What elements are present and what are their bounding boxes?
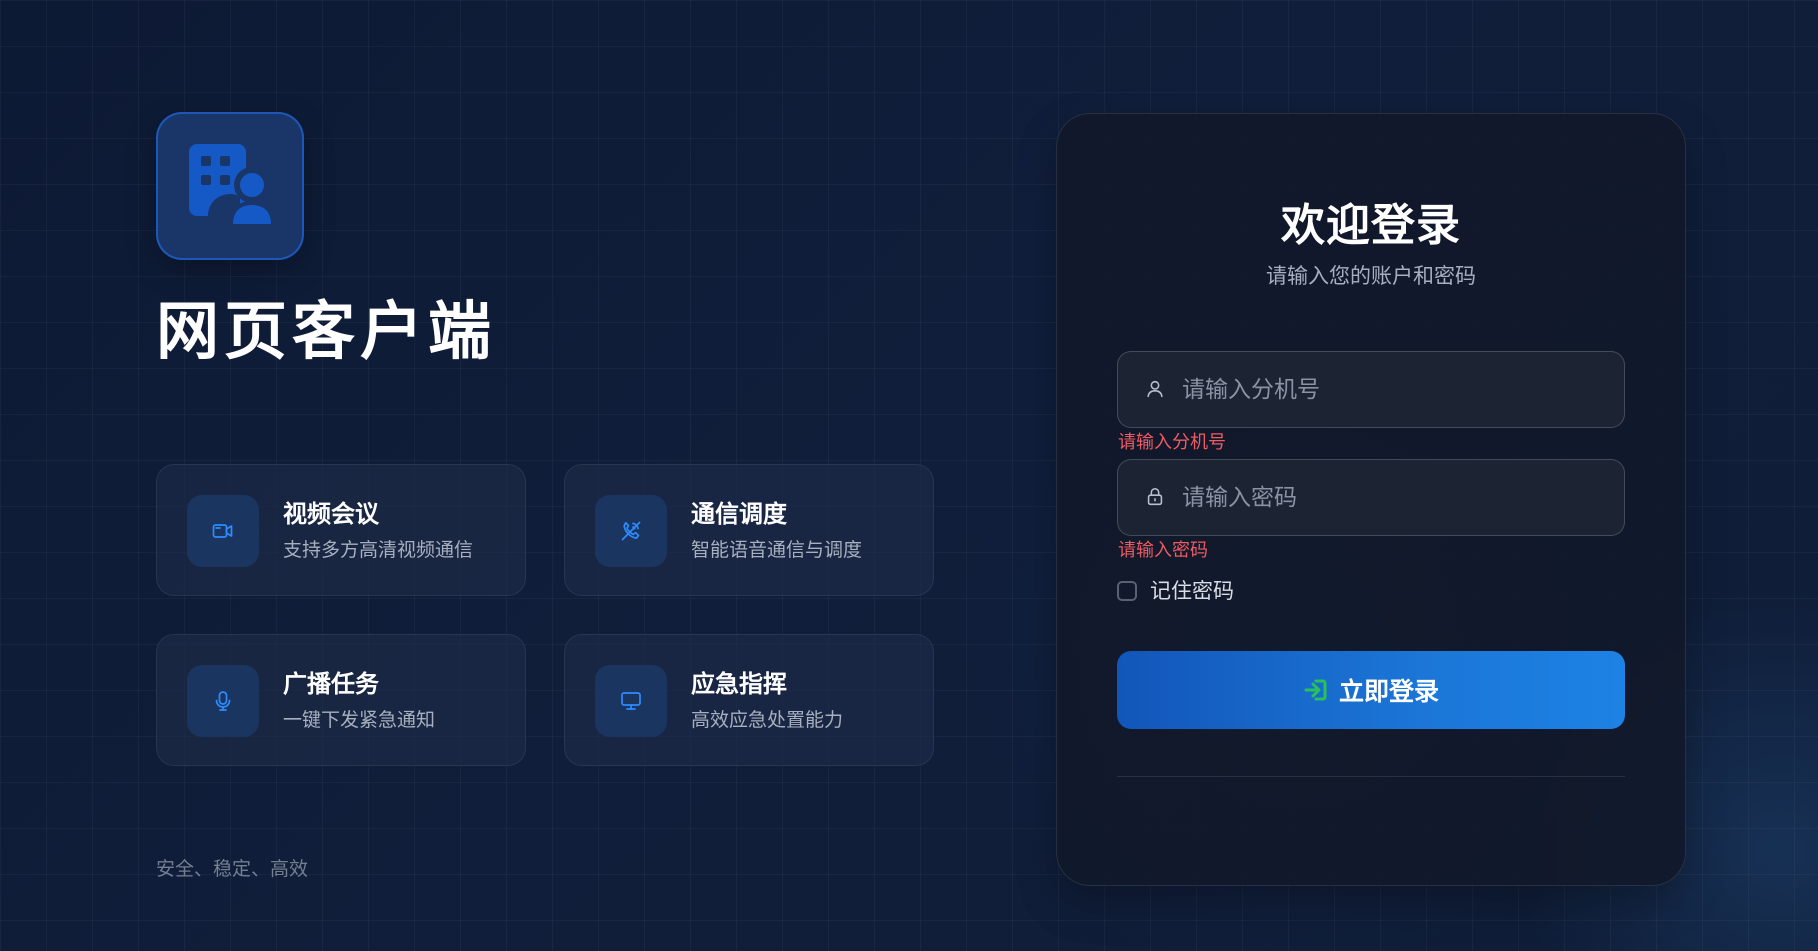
password-field-wrapper[interactable] bbox=[1117, 459, 1625, 536]
feature-title: 应急指挥 bbox=[691, 670, 787, 698]
feature-icon-container bbox=[187, 495, 259, 567]
feature-title: 广播任务 bbox=[283, 670, 379, 698]
lock-icon bbox=[1147, 487, 1163, 506]
login-page: 网页客户端 视频会议 支持多方高清视频通信 通信调度 智能语音通信与调度 广播任… bbox=[0, 0, 1818, 951]
user-icon bbox=[1147, 380, 1163, 398]
monitor-icon bbox=[621, 692, 641, 710]
feature-description: 智能语音通信与调度 bbox=[691, 539, 863, 561]
feature-card-emergency-command: 应急指挥 高效应急处置能力 bbox=[564, 634, 934, 766]
login-arrow-icon bbox=[1304, 679, 1327, 701]
feature-description: 支持多方高清视频通信 bbox=[283, 539, 474, 561]
feature-title: 通信调度 bbox=[691, 500, 787, 528]
remember-password-label[interactable]: 记住密码 bbox=[1150, 577, 1234, 605]
app-logo bbox=[156, 112, 304, 260]
login-card: 欢迎登录 请输入您的账户和密码 请输入分机号 请输入密码 记住密码 bbox=[1056, 113, 1686, 886]
extension-error-message: 请输入分机号 bbox=[1118, 432, 1226, 453]
feature-icon-container bbox=[187, 665, 259, 737]
feature-card-communication-dispatch: 通信调度 智能语音通信与调度 bbox=[564, 464, 934, 596]
app-title: 网页客户端 bbox=[156, 295, 496, 368]
microphone-icon bbox=[215, 691, 231, 711]
password-error-message: 请输入密码 bbox=[1118, 540, 1208, 561]
password-input[interactable] bbox=[1182, 460, 1602, 535]
feature-description: 一键下发紧急通知 bbox=[283, 709, 436, 731]
brand-panel: 网页客户端 视频会议 支持多方高清视频通信 通信调度 智能语音通信与调度 广播任… bbox=[156, 112, 936, 892]
feature-card-broadcast-task: 广播任务 一键下发紧急通知 bbox=[156, 634, 526, 766]
building-user-icon bbox=[189, 144, 275, 224]
tagline: 安全、稳定、高效 bbox=[156, 858, 309, 880]
login-button[interactable]: 立即登录 bbox=[1117, 651, 1625, 729]
login-title: 欢迎登录 bbox=[1281, 200, 1461, 251]
remember-password-checkbox[interactable] bbox=[1117, 581, 1137, 601]
feature-description: 高效应急处置能力 bbox=[691, 709, 844, 731]
phone-field-wrapper[interactable] bbox=[1117, 351, 1625, 428]
feature-icon-container bbox=[595, 665, 667, 737]
remember-password-row[interactable]: 记住密码 bbox=[1117, 576, 1234, 606]
login-button-label: 立即登录 bbox=[1338, 677, 1439, 706]
feature-icon-container bbox=[595, 495, 667, 567]
login-subtitle: 请输入您的账户和密码 bbox=[1266, 264, 1476, 288]
login-card-divider bbox=[1117, 776, 1625, 777]
phone-dispatch-icon bbox=[621, 521, 641, 541]
video-camera-icon bbox=[212, 524, 233, 538]
extension-number-input[interactable] bbox=[1182, 352, 1602, 427]
feature-grid: 视频会议 支持多方高清视频通信 通信调度 智能语音通信与调度 广播任务 一键下发… bbox=[156, 464, 936, 769]
feature-card-video-meeting: 视频会议 支持多方高清视频通信 bbox=[156, 464, 526, 596]
feature-title: 视频会议 bbox=[283, 500, 379, 528]
